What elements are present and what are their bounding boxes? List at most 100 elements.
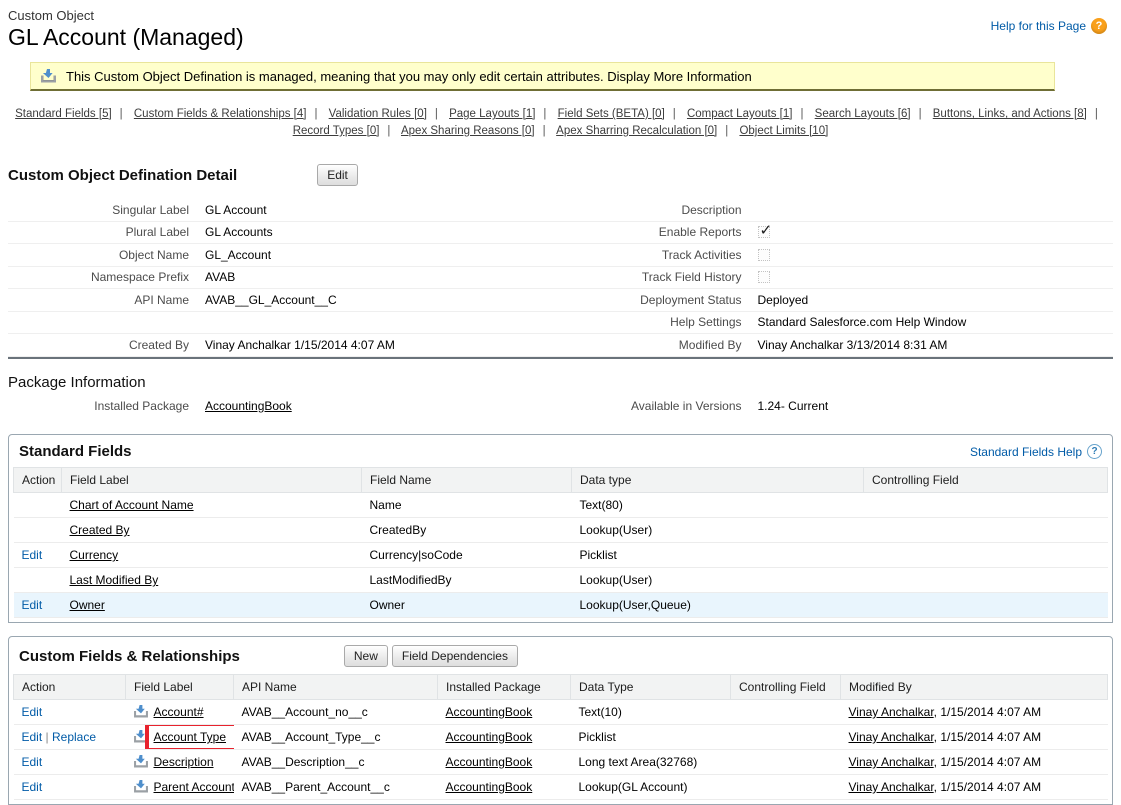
help-for-this-page[interactable]: Help for this Page ? bbox=[991, 18, 1107, 34]
controlling-field bbox=[731, 750, 841, 775]
package-field-icon bbox=[134, 755, 148, 768]
edit-link[interactable]: Edit bbox=[22, 548, 43, 562]
field-label: Track Field History bbox=[561, 270, 758, 284]
banner-text: This Custom Object Defination is managed… bbox=[66, 69, 752, 84]
field-value: GL Account bbox=[205, 203, 267, 217]
col-installed-package: Installed Package bbox=[438, 675, 571, 700]
installed-package-link[interactable]: AccountingBook bbox=[446, 705, 533, 719]
modified-by-link[interactable]: Vinay Anchalkar bbox=[849, 730, 934, 744]
nav-field-sets-link[interactable]: Field Sets (BETA) [0] bbox=[558, 108, 665, 120]
field-value: Vinay Anchalkar 3/13/2014 8:31 AM bbox=[758, 338, 948, 352]
field-value: GL_Account bbox=[205, 248, 271, 262]
nav-record-types[interactable]: Record Types [0] bbox=[293, 125, 399, 137]
help-question-icon[interactable]: ? bbox=[1091, 18, 1107, 34]
nav-validation-rules-link[interactable]: Validation Rules [0] bbox=[329, 108, 427, 120]
edit-link[interactable]: Edit bbox=[22, 730, 43, 744]
custom-object-page: Custom Object GL Account (Managed) Help … bbox=[0, 0, 1121, 805]
edit-link[interactable]: Edit bbox=[22, 598, 43, 612]
edit-link[interactable]: Edit bbox=[22, 705, 43, 719]
page-kicker: Custom Object bbox=[8, 8, 244, 23]
field-label: API Name bbox=[8, 293, 205, 307]
edit-button[interactable]: Edit bbox=[317, 164, 358, 186]
col-controlling-field: Controlling Field bbox=[731, 675, 841, 700]
nav-validation-rules[interactable]: Validation Rules [0] bbox=[329, 108, 446, 120]
installed-package-link[interactable]: AccountingBook bbox=[205, 399, 292, 413]
nav-standard-fields-link[interactable]: Standard Fields [5] bbox=[15, 108, 112, 120]
field-label-link[interactable]: Created By bbox=[70, 523, 130, 537]
nav-search-layouts[interactable]: Search Layouts [6] bbox=[815, 108, 930, 120]
field-label-link[interactable]: Account Type bbox=[154, 730, 227, 744]
nav-apex-sharing-recalculation-link[interactable]: Apex Sharring Recalculation [0] bbox=[556, 125, 717, 137]
nav-apex-sharing-reasons[interactable]: Apex Sharing Reasons [0] bbox=[401, 125, 554, 137]
detail-row: API NameAVAB__GL_Account__C bbox=[8, 289, 561, 312]
nav-apex-sharing-recalculation[interactable]: Apex Sharring Recalculation [0] bbox=[556, 125, 736, 137]
table-row: Chart of Account Name Name Text(80) bbox=[14, 493, 1108, 518]
track-activities-checkbox bbox=[758, 249, 770, 261]
controlling-field bbox=[864, 593, 1108, 618]
data-type: Lookup(User) bbox=[572, 568, 864, 593]
modified-by-date: , 1/15/2014 4:07 AM bbox=[934, 780, 1041, 794]
field-label-link[interactable]: Parent Account bbox=[154, 780, 234, 794]
nav-custom-fields-link[interactable]: Custom Fields & Relationships [4] bbox=[134, 108, 307, 120]
detail-row: Created ByVinay Anchalkar 1/15/2014 4:07… bbox=[8, 334, 561, 357]
edit-link[interactable]: Edit bbox=[22, 755, 43, 769]
field-name: LastModifiedBy bbox=[362, 568, 572, 593]
package-info-title: Package Information bbox=[8, 374, 1121, 391]
managed-object-banner: This Custom Object Defination is managed… bbox=[30, 62, 1055, 91]
standard-fields-help[interactable]: Standard Fields Help ? bbox=[970, 444, 1102, 459]
field-label-link[interactable]: Chart of Account Name bbox=[70, 498, 194, 512]
new-button[interactable]: New bbox=[344, 645, 388, 667]
modified-by-link[interactable]: Vinay Anchalkar bbox=[849, 755, 934, 769]
nav-field-sets[interactable]: Field Sets (BETA) [0] bbox=[558, 108, 684, 120]
nav-object-limits[interactable]: Object Limits [10] bbox=[739, 125, 828, 137]
installed-package-link[interactable]: AccountingBook bbox=[446, 730, 533, 744]
installed-package-link[interactable]: AccountingBook bbox=[446, 780, 533, 794]
table-row: Last Modified By LastModifiedBy Lookup(U… bbox=[14, 568, 1108, 593]
nav-compact-layouts-link[interactable]: Compact Layouts [1] bbox=[687, 108, 792, 120]
field-label-link[interactable]: Description bbox=[154, 755, 214, 769]
api-name: AVAB__Account_no__c bbox=[234, 700, 438, 725]
nav-compact-layouts[interactable]: Compact Layouts [1] bbox=[687, 108, 811, 120]
modified-by-link[interactable]: Vinay Anchalkar bbox=[849, 705, 934, 719]
field-label-link[interactable]: Owner bbox=[70, 598, 105, 612]
nav-page-layouts[interactable]: Page Layouts [1] bbox=[449, 108, 554, 120]
field-label: Enable Reports bbox=[561, 225, 758, 239]
modified-by-date: , 1/15/2014 4:07 AM bbox=[934, 755, 1041, 769]
standard-fields-help-link[interactable]: Standard Fields Help bbox=[970, 445, 1082, 459]
nav-buttons-links-actions-link[interactable]: Buttons, Links, and Actions [8] bbox=[933, 108, 1087, 120]
field-label-link[interactable]: Account# bbox=[154, 705, 204, 719]
replace-link[interactable]: Replace bbox=[52, 730, 96, 744]
action-separator: | bbox=[42, 730, 52, 744]
modified-by-link[interactable]: Vinay Anchalkar bbox=[849, 780, 934, 794]
package-info-right: Available in Versions 1.24- Current bbox=[561, 395, 1114, 418]
edit-link[interactable]: Edit bbox=[22, 780, 43, 794]
nav-record-types-link[interactable]: Record Types [0] bbox=[293, 125, 380, 137]
package-field-icon bbox=[134, 730, 148, 743]
col-field-name: Field Name bbox=[362, 468, 572, 493]
nav-apex-sharing-reasons-link[interactable]: Apex Sharing Reasons [0] bbox=[401, 125, 535, 137]
help-question-icon[interactable]: ? bbox=[1087, 444, 1102, 459]
nav-buttons-links-actions[interactable]: Buttons, Links, and Actions [8] bbox=[933, 108, 1106, 120]
help-for-this-page-link[interactable]: Help for this Page bbox=[991, 19, 1086, 33]
nav-row-1: Standard Fields [5] Custom Fields & Rela… bbox=[0, 106, 1121, 123]
field-label-link[interactable]: Last Modified By bbox=[70, 573, 159, 587]
package-field-icon bbox=[134, 780, 148, 793]
table-row: Edit Account# AVAB__Account_no__c Accoun… bbox=[14, 700, 1108, 725]
section-nav: Standard Fields [5] Custom Fields & Rela… bbox=[0, 106, 1121, 140]
nav-custom-fields[interactable]: Custom Fields & Relationships [4] bbox=[134, 108, 326, 120]
field-label: Plural Label bbox=[8, 225, 205, 239]
nav-object-limits-link[interactable]: Object Limits [10] bbox=[739, 125, 828, 137]
detail-row: Object NameGL_Account bbox=[8, 244, 561, 267]
field-label-link[interactable]: Currency bbox=[70, 548, 119, 562]
field-label: Deployment Status bbox=[561, 293, 758, 307]
installed-package-link[interactable]: AccountingBook bbox=[446, 755, 533, 769]
field-name: Currency|soCode bbox=[362, 543, 572, 568]
page-header: Custom Object GL Account (Managed) Help … bbox=[0, 8, 1121, 51]
modified-by-date: , 1/15/2014 4:07 AM bbox=[934, 705, 1041, 719]
field-dependencies-button[interactable]: Field Dependencies bbox=[392, 645, 518, 667]
nav-standard-fields[interactable]: Standard Fields [5] bbox=[15, 108, 131, 120]
standard-fields-titlebar: Standard Fields Standard Fields Help ? bbox=[9, 435, 1112, 467]
data-type: Picklist bbox=[571, 725, 731, 750]
nav-page-layouts-link[interactable]: Page Layouts [1] bbox=[449, 108, 535, 120]
nav-search-layouts-link[interactable]: Search Layouts [6] bbox=[815, 108, 911, 120]
